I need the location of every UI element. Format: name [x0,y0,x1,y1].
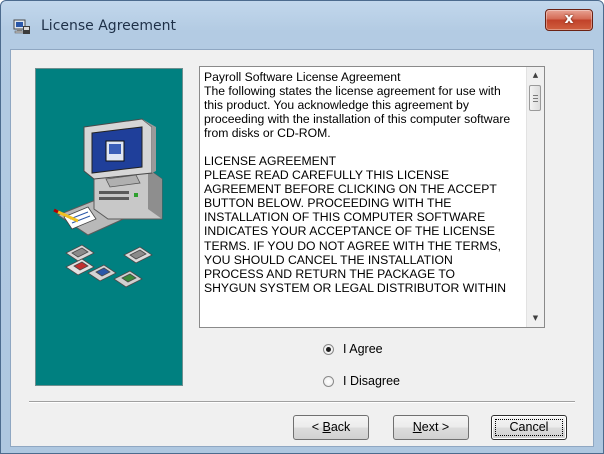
license-line: AGREEMENT BEFORE CLICKING ON THE ACCEPT [204,182,497,197]
title-bar[interactable]: License Agreement x [1,1,603,47]
license-line: from disks or CD-ROM. [204,126,331,141]
computer-with-disks-icon [35,68,183,386]
license-text: Payroll Software License Agreement The fo… [204,70,526,326]
agree-label[interactable]: I Agree [343,342,383,356]
license-line: BUTTON BELOW. PROCEEDING WITH THE [204,196,452,211]
back-button[interactable]: < Back [293,415,369,440]
license-line: PROCESS AND RETURN THE PACKAGE TO [204,266,456,281]
scrollbar-thumb[interactable] [529,85,541,111]
next-button-label: Next > [412,420,450,434]
setup-icon [13,17,31,35]
license-line: YOU SHOULD CANCEL THE INSTALLATION [204,252,453,267]
next-button[interactable]: Next > [393,415,469,440]
license-line: this product. You acknowledge this agree… [204,98,469,113]
license-agreement-window: License Agreement x Payroll Software Lic… [0,0,604,454]
license-line: INSTALLATION OF THIS COMPUTER SOFTWARE [204,210,486,225]
license-line: TERMS. IF YOU DO NOT AGREE WITH THE TERM… [204,238,502,253]
license-line: Payroll Software License Agreement [204,70,401,84]
cancel-button[interactable]: Cancel [491,415,567,440]
vertical-scrollbar[interactable]: ▲ ▼ [526,67,544,327]
license-line: INDICATES YOUR ACCEPTANCE OF THE LICENSE [204,224,495,239]
close-icon: x [564,11,574,27]
license-line: The following states the license agreeme… [204,84,501,99]
license-line: PLEASE READ CAREFULLY THIS LICENSE [204,168,450,183]
window-title: License Agreement [41,18,176,34]
license-line [204,140,526,154]
separator-line [29,401,575,403]
license-line: proceeding with the installation of this… [204,112,511,127]
disagree-label[interactable]: I Disagree [343,374,400,388]
agree-radio[interactable] [323,344,334,355]
cancel-button-label: Cancel [509,420,549,434]
back-button-label: < Back [311,420,351,434]
dialog-client-area: Payroll Software License Agreement The fo… [10,49,594,447]
close-button[interactable]: x [545,9,593,31]
license-line: LICENSE AGREEMENT [204,154,337,169]
disagree-radio[interactable] [323,376,334,387]
scroll-up-arrow-icon[interactable]: ▲ [527,67,544,84]
license-line: SHYGUN SYSTEM OR LEGAL DISTRIBUTOR WITHI… [204,280,507,295]
scroll-down-arrow-icon[interactable]: ▼ [527,310,544,327]
license-text-box[interactable]: Payroll Software License Agreement The fo… [199,66,545,328]
